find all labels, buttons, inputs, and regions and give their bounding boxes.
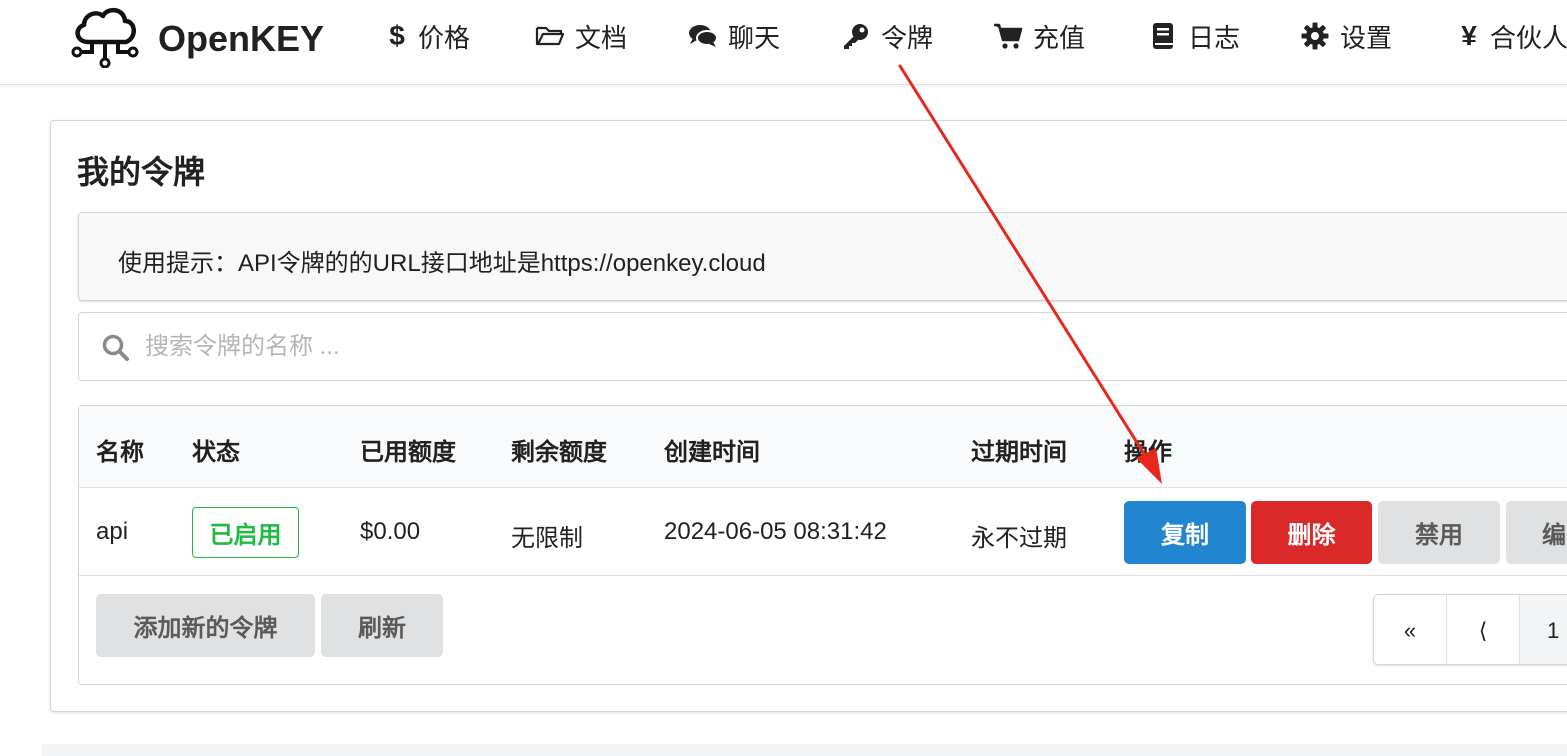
column-header-actions: 操作 — [1124, 439, 1172, 466]
table-header: 名称 状态 已用额度 剩余额度 创建时间 过期时间 操作 — [79, 406, 1567, 488]
refresh-button[interactable]: 刷新 — [321, 594, 443, 657]
dollar-icon: $ — [389, 20, 405, 51]
nav-item-pricing[interactable]: $ 价格 — [386, 14, 470, 58]
nav-label: 令牌 — [881, 22, 934, 53]
table-row: api 已启用 $0.00 无限制 2024-06-05 08:31:42 永不… — [79, 488, 1567, 576]
usage-tip-text: 使用提示：API令牌的的URL接口地址是https://openkey.clou… — [118, 250, 766, 277]
search-bar — [78, 312, 1567, 381]
brand-name: OpenKEY — [158, 18, 325, 59]
pagination-page-1[interactable]: 1 — [1520, 595, 1567, 664]
pagination: « ⟨ 1 — [1373, 594, 1567, 665]
nav-label: 聊天 — [728, 22, 781, 53]
add-token-button[interactable]: 添加新的令牌 — [96, 594, 315, 657]
copy-button[interactable]: 复制 — [1124, 501, 1246, 564]
disable-button[interactable]: 禁用 — [1378, 501, 1500, 564]
nav-label: 设置 — [1340, 22, 1393, 53]
expire-time: 永不过期 — [971, 525, 1067, 552]
key-icon — [841, 21, 871, 51]
column-header-expire-time[interactable]: 过期时间 — [971, 432, 1067, 467]
cart-icon — [993, 21, 1023, 51]
nav-item-topup[interactable]: 充值 — [993, 14, 1085, 58]
yen-icon: ¥ — [1461, 20, 1477, 51]
token-name: api — [96, 518, 129, 545]
column-header-used-quota[interactable]: 已用额度 — [360, 432, 456, 467]
usage-tip-message: 使用提示：API令牌的的URL接口地址是https://openkey.clou… — [78, 212, 1567, 301]
folder-open-icon — [535, 21, 565, 51]
created-time: 2024-06-05 08:31:42 — [664, 518, 887, 545]
nav-item-chat[interactable]: 聊天 — [688, 14, 780, 58]
column-header-remaining-quota[interactable]: 剩余额度 — [511, 432, 607, 467]
nav-label: 日志 — [1188, 22, 1241, 53]
remaining-quota: 无限制 — [511, 525, 583, 552]
page-title: 我的令牌 — [77, 154, 206, 190]
nav-label: 充值 — [1033, 22, 1086, 53]
nav-label: 合伙人 — [1490, 22, 1567, 53]
column-header-status[interactable]: 状态 — [192, 432, 240, 467]
top-navbar: OpenKEY $ 价格 文档 聊天 令牌 充值 日志 设置 ¥ 合伙人 — [0, 0, 1567, 85]
gear-icon — [1300, 21, 1330, 51]
edit-button[interactable]: 编 — [1506, 501, 1567, 564]
nav-item-docs[interactable]: 文档 — [535, 14, 627, 58]
column-header-name[interactable]: 名称 — [96, 432, 144, 467]
tokens-table: 名称 状态 已用额度 剩余额度 创建时间 过期时间 操作 api 已启用 $0.… — [78, 405, 1567, 685]
pagination-prev[interactable]: ⟨ — [1447, 595, 1520, 664]
nav-item-settings[interactable]: 设置 — [1300, 14, 1392, 58]
book-icon — [1148, 21, 1178, 51]
delete-button[interactable]: 删除 — [1251, 501, 1372, 564]
column-header-created-time[interactable]: 创建时间 — [664, 432, 760, 467]
nav-item-partner[interactable]: ¥ 合伙人 — [1458, 14, 1567, 58]
nav-label: 文档 — [575, 22, 628, 53]
nav-label: 价格 — [418, 22, 471, 53]
comments-icon — [688, 21, 718, 51]
search-input[interactable] — [145, 323, 1545, 371]
cloud-network-icon — [71, 7, 139, 68]
used-quota: $0.00 — [360, 518, 421, 545]
nav-item-logs[interactable]: 日志 — [1148, 14, 1240, 58]
status-badge: 已启用 — [192, 507, 299, 558]
tokens-card: 我的令牌 使用提示：API令牌的的URL接口地址是https://openkey… — [50, 120, 1567, 712]
nav-item-tokens[interactable]: 令牌 — [841, 14, 933, 58]
pagination-first[interactable]: « — [1374, 595, 1447, 664]
brand[interactable]: OpenKEY — [70, 4, 324, 68]
search-icon — [102, 334, 129, 361]
footer-strip — [42, 744, 1567, 756]
